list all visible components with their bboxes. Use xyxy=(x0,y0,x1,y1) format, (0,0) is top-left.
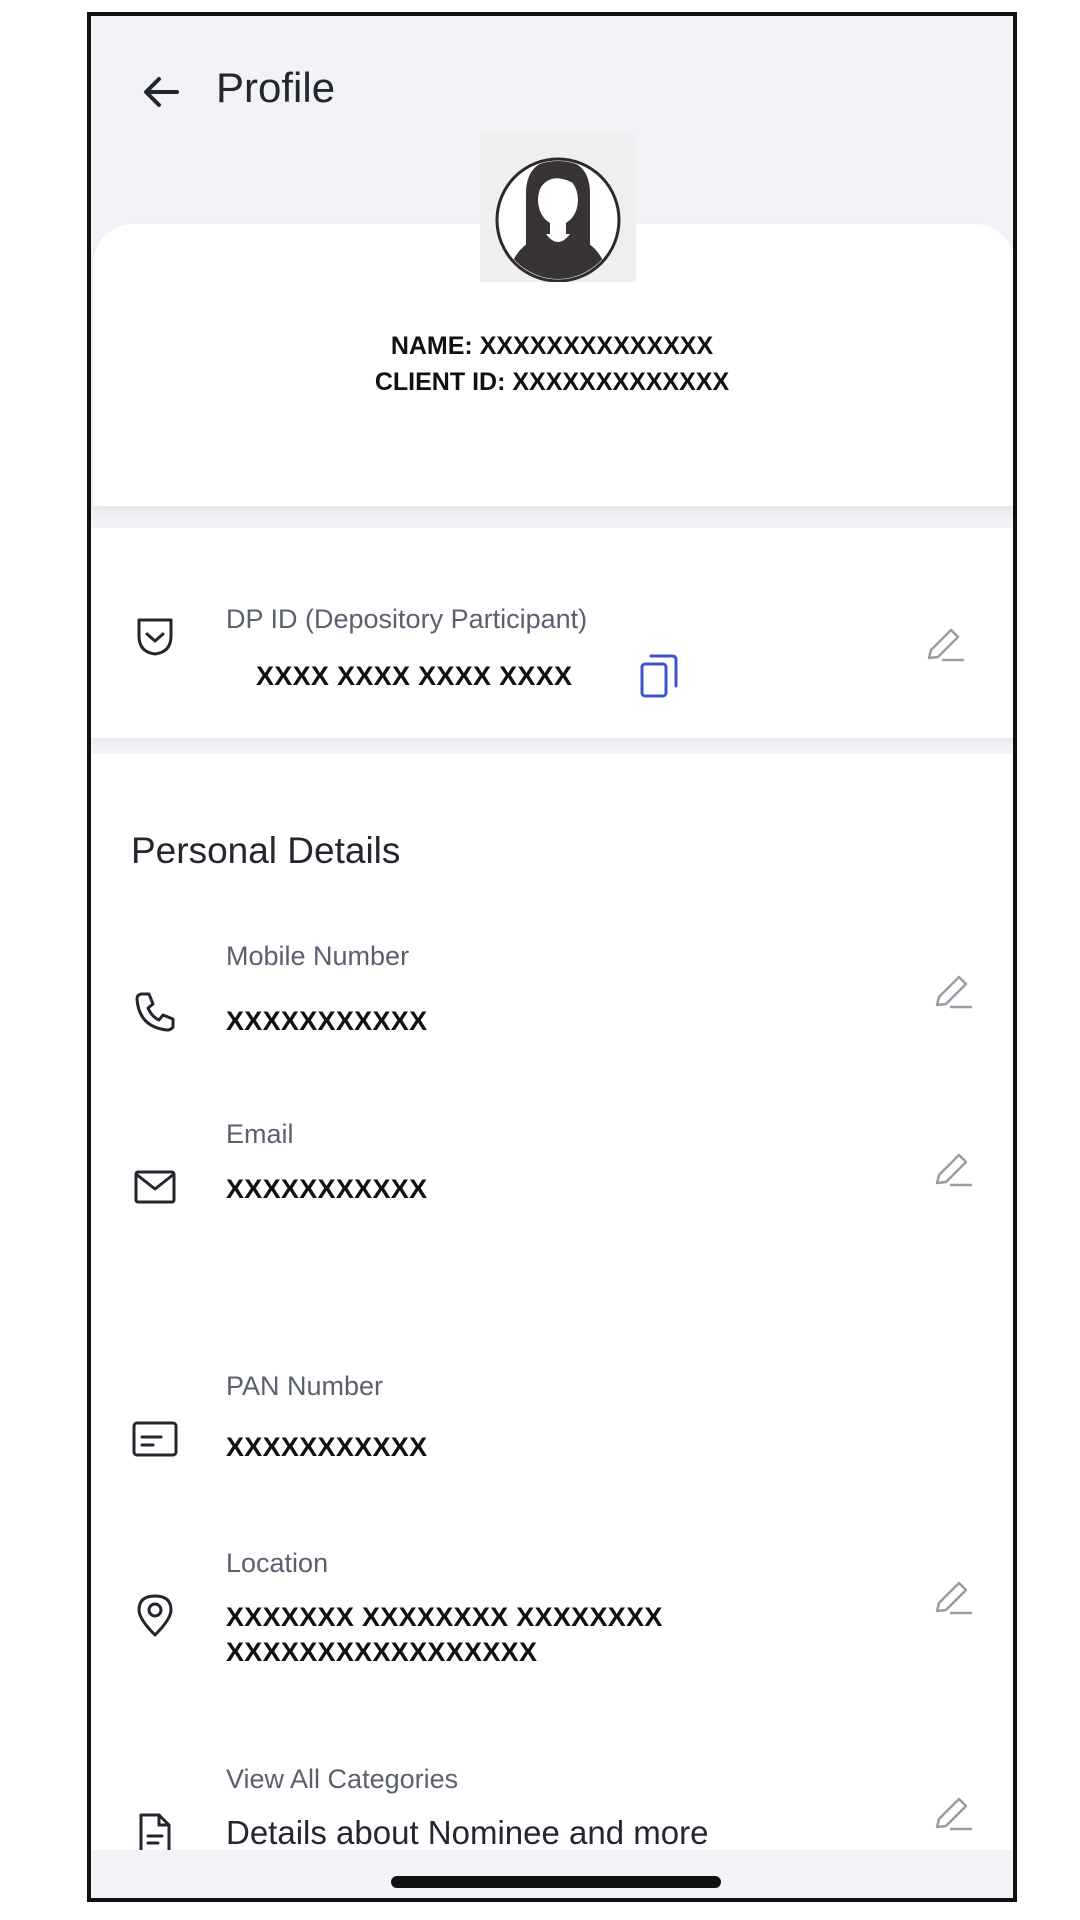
pan-number-value: XXXXXXXXXXX xyxy=(226,1432,428,1462)
mail-icon xyxy=(133,1169,177,1205)
back-arrow-icon[interactable] xyxy=(135,66,187,118)
email-label: Email xyxy=(226,1119,294,1149)
edit-mobile-pencil-icon[interactable] xyxy=(933,973,975,1011)
wallet-shield-icon xyxy=(133,614,177,658)
dp-id-label: DP ID (Depository Participant) xyxy=(226,604,588,634)
dp-id-value: XXXX XXXX XXXX XXXX xyxy=(256,661,573,691)
copy-icon[interactable] xyxy=(639,652,679,700)
edit-location-pencil-icon[interactable] xyxy=(933,1579,975,1617)
location-label: Location xyxy=(226,1548,329,1578)
email-value: XXXXXXXXXXX xyxy=(226,1174,428,1204)
profile-name: NAME: XXXXXXXXXXXXXX xyxy=(390,332,714,360)
view-all-categories-label[interactable]: View All Categories xyxy=(226,1764,458,1795)
page-title: Profile xyxy=(216,64,336,111)
phone-icon xyxy=(133,989,177,1033)
avatar[interactable] xyxy=(480,134,636,283)
home-indicator[interactable] xyxy=(391,1876,721,1888)
nominee-details-link[interactable]: Details about Nominee and more xyxy=(226,1814,708,1852)
mobile-number-label: Mobile Number xyxy=(226,941,410,971)
location-value-line1: XXXXXXX XXXXXXXX XXXXXXXX xyxy=(226,1602,663,1632)
document-icon xyxy=(137,1812,173,1854)
personal-details-title: Personal Details xyxy=(131,830,401,871)
phone-frame: Profile NAME: XXXXXXXXXXXXXX CLIENT ID: … xyxy=(87,12,1017,1902)
edit-categories-pencil-icon[interactable] xyxy=(933,1795,975,1833)
id-card-icon xyxy=(131,1420,179,1458)
edit-email-pencil-icon[interactable] xyxy=(933,1151,975,1189)
edit-dp-pencil-icon[interactable] xyxy=(925,626,967,664)
profile-client-id: CLIENT ID: XXXXXXXXXXXXX xyxy=(374,368,730,396)
personal-details-card xyxy=(91,754,1013,1850)
location-pin-icon xyxy=(135,1592,175,1638)
pan-number-label: PAN Number xyxy=(226,1371,384,1401)
mobile-number-value: XXXXXXXXXXX xyxy=(226,1006,428,1036)
location-value-line2: XXXXXXXXXXXXXXXXX xyxy=(226,1637,538,1667)
